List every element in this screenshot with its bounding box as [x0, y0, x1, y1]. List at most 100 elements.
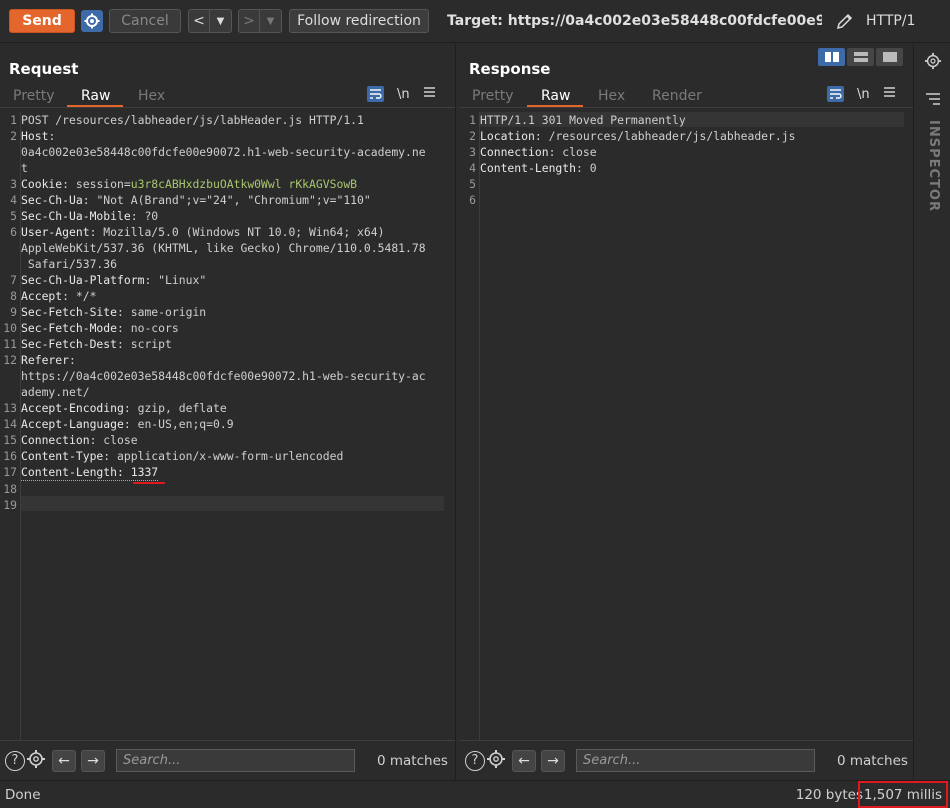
code-line: Safari/537.36: [0, 256, 455, 272]
send-options-gear-icon[interactable]: [81, 10, 103, 32]
target-url[interactable]: Target: https://0a4c002e03e58448c00fdcfe…: [447, 13, 822, 29]
help-icon[interactable]: ?: [465, 750, 485, 771]
code-line: AppleWebKit/537.36 (KHTML, like Gecko) C…: [0, 240, 455, 256]
code-text: : close: [548, 145, 597, 159]
line-number: 1: [10, 113, 17, 127]
tab-hex[interactable]: Hex: [598, 88, 625, 104]
code-line: 4 Sec-Ch-Ua: "Not A(Brand";v="24", "Chrom…: [0, 192, 455, 208]
active-tab-underline: [67, 105, 123, 107]
code-line: 4 Content-Length: 0: [459, 160, 913, 176]
inspector-sidebar: INSPECTOR: [916, 44, 950, 780]
code-line: 7 Sec-Ch-Ua-Platform: "Linux": [0, 272, 455, 288]
split-vertical-layout-icon[interactable]: [847, 48, 874, 66]
header-name: Accept: [21, 289, 63, 303]
header-name: Accept-Encoding: [21, 401, 124, 415]
menu-icon[interactable]: [423, 86, 436, 102]
code-text: :: [69, 353, 76, 367]
show-newlines-toggle[interactable]: \n: [857, 87, 870, 102]
code-text: POST /resources/labheader/js/labHeader.j…: [21, 113, 364, 127]
code-line: 12 Referer:: [0, 352, 455, 368]
code-text: AppleWebKit/537.36 (KHTML, like Gecko) C…: [21, 241, 426, 255]
follow-redirection-button[interactable]: Follow redirection: [289, 9, 429, 33]
response-pane: Response Pretty Raw Hex Render \n 1 HTTP/…: [459, 44, 914, 780]
status-text: Done: [5, 786, 41, 803]
forward-history-dropdown[interactable]: ▼: [260, 9, 282, 33]
tab-pretty[interactable]: Pretty: [13, 88, 55, 104]
tab-raw[interactable]: Raw: [81, 88, 110, 104]
send-button[interactable]: Send: [9, 9, 75, 33]
response-editor-tools: \n: [827, 86, 896, 102]
code-line: 8 Accept: */*: [0, 288, 455, 304]
forward-nav: > ▼: [238, 9, 282, 33]
code-text: : script: [117, 337, 172, 351]
code-text: : */*: [62, 289, 97, 303]
search-input[interactable]: Search...: [576, 749, 815, 772]
code-line: 15 Connection: close: [0, 432, 455, 448]
header-name: Content-Type: [21, 449, 104, 463]
code-text: : close: [89, 433, 138, 447]
request-pane: Request Pretty Raw Hex \n 1 POST /resourc…: [0, 44, 456, 780]
edit-target-pencil-icon[interactable]: [834, 10, 856, 32]
wrap-lines-icon[interactable]: [827, 86, 844, 102]
code-line: 3 Cookie: session= u3r8cABHxdzbuOAtkw0Wwl …: [0, 176, 455, 192]
inspector-tab[interactable]: INSPECTOR: [926, 120, 941, 212]
help-icon[interactable]: ?: [5, 750, 25, 771]
line-number: 6: [10, 225, 17, 239]
request-editor[interactable]: 1 POST /resources/labheader/js/labHeader.…: [0, 112, 455, 513]
split-horizontal-layout-icon[interactable]: [818, 48, 845, 66]
line-number: 3: [469, 145, 476, 159]
response-time: 1,507 millis: [857, 781, 948, 808]
tab-render[interactable]: Render: [652, 88, 702, 104]
tab-pretty[interactable]: Pretty: [472, 88, 514, 104]
line-number: 2: [469, 129, 476, 143]
code-line: t: [0, 160, 455, 176]
code-line: 2 Location: /resources/labheader/js/labhe…: [459, 128, 913, 144]
line-number: 2: [10, 129, 17, 143]
cancel-button[interactable]: Cancel: [109, 9, 181, 33]
active-tab-underline: [527, 105, 583, 107]
code-text: ademy.net/: [21, 385, 90, 399]
response-editor[interactable]: 1 HTTP/1.1 301 Moved Permanently 2 Location…: [459, 112, 913, 208]
layout-toggle: [818, 48, 903, 66]
search-next-button[interactable]: →: [541, 749, 565, 772]
header-name: Sec-Ch-Ua: [21, 193, 83, 207]
code-line: 1 HTTP/1.1 301 Moved Permanently: [459, 112, 913, 128]
search-input[interactable]: Search...: [116, 749, 355, 772]
tab-hex[interactable]: Hex: [138, 88, 165, 104]
line-number: 8: [10, 289, 17, 303]
tab-raw[interactable]: Raw: [541, 88, 570, 104]
inspector-settings-gear-icon[interactable]: [924, 52, 942, 74]
red-underline-annotation: [133, 482, 165, 484]
line-number: 15: [3, 433, 17, 447]
status-bar: Done 120 bytes 1,507 millis: [0, 780, 950, 808]
search-previous-button[interactable]: ←: [52, 749, 76, 772]
search-settings-gear-icon[interactable]: [26, 749, 46, 773]
line-number: 11: [3, 337, 17, 351]
code-text: : "Not A(Brand";v="24", "Chromium";v="11…: [82, 193, 371, 207]
code-line: 9 Sec-Fetch-Site: same-origin: [0, 304, 455, 320]
tabbed-layout-icon[interactable]: [876, 48, 903, 66]
line-number: 4: [469, 161, 476, 175]
response-title: Response: [469, 60, 551, 78]
code-text: : "Linux": [144, 273, 207, 287]
header-name: Referer: [21, 353, 70, 367]
show-newlines-toggle[interactable]: \n: [397, 87, 410, 102]
menu-icon[interactable]: [883, 86, 896, 102]
line-number: [0, 384, 21, 400]
http-version-selector[interactable]: HTTP/1: [866, 13, 915, 29]
code-line: 6: [459, 192, 913, 208]
code-line: 0a4c002e03e58448c00fdcfe00e90072.h1-web-…: [0, 144, 455, 160]
search-previous-button[interactable]: ←: [512, 749, 536, 772]
forward-button[interactable]: >: [238, 9, 260, 33]
code-line: 13 Accept-Encoding: gzip, deflate: [0, 400, 455, 416]
back-button[interactable]: <: [188, 9, 210, 33]
back-history-dropdown[interactable]: ▼: [210, 9, 232, 33]
line-number: 1: [469, 113, 476, 127]
match-count: 0 matches: [837, 752, 908, 769]
line-number: [0, 160, 21, 176]
line-number: [0, 240, 21, 256]
search-next-button[interactable]: →: [81, 749, 105, 772]
search-settings-gear-icon[interactable]: [486, 749, 506, 773]
wrap-lines-icon[interactable]: [367, 86, 384, 102]
inspector-list-icon[interactable]: [925, 90, 941, 109]
